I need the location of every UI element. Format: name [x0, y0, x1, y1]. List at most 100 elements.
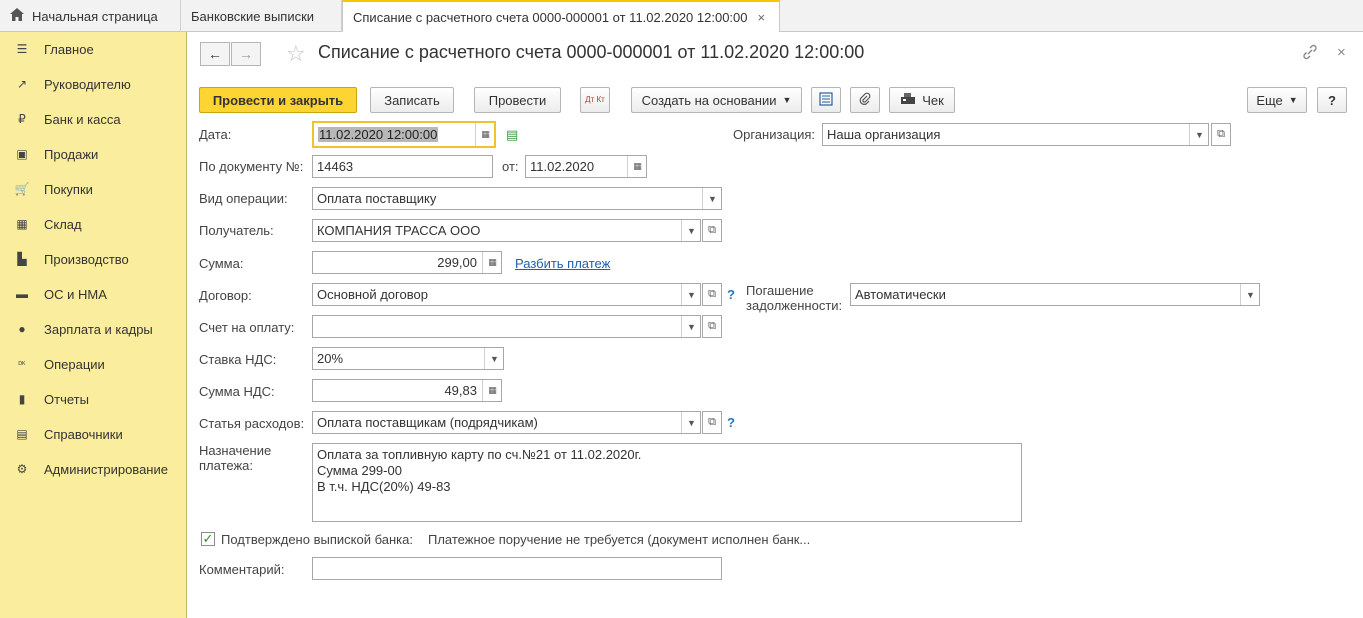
sum-field[interactable]: 299,00 ▦ — [312, 251, 502, 274]
contract-field[interactable]: Основной договор ▼ — [312, 283, 701, 306]
purpose-textarea[interactable]: Оплата за топливную карту по сч.№21 от 1… — [312, 443, 1022, 522]
cart-icon: 🛒 — [14, 182, 30, 196]
ruble-icon: ₽ — [18, 112, 26, 126]
from-date-value: 11.02.2020 — [530, 159, 595, 174]
confirmed-checkbox[interactable]: ✓ — [201, 531, 215, 546]
chevron-down-icon[interactable]: ▼ — [681, 316, 700, 337]
calendar-icon[interactable]: ▦ — [475, 123, 494, 146]
vat-sum-label: Сумма НДС: — [199, 384, 275, 399]
create-based-on-button[interactable]: Создать на основании ▼ — [631, 87, 802, 113]
sidebar-item-label: ОС и НМА — [44, 286, 107, 302]
expense-field[interactable]: Оплата поставщикам (подрядчикам) ▼ — [312, 411, 701, 434]
sidebar-item-label: Склад — [44, 216, 82, 232]
chevron-down-icon[interactable]: ▼ — [681, 284, 700, 305]
gear-icon: ⚙ — [16, 462, 28, 476]
structure-button[interactable] — [811, 87, 841, 113]
favorite-star-icon[interactable]: ☆ — [286, 41, 306, 67]
calculator-icon[interactable]: ▦ — [482, 380, 501, 401]
post-button[interactable]: Провести — [474, 87, 561, 113]
sidebar-item-bank[interactable]: ₽ Банк и касса — [0, 107, 186, 131]
dtkt-icon: ᴰᴷ — [18, 359, 26, 369]
docnum-value: 14463 — [317, 159, 354, 174]
invoice-field[interactable]: ▼ — [312, 315, 701, 338]
sidebar-item-operations[interactable]: ᴰᴷ Операции — [0, 352, 186, 376]
sidebar-item-production[interactable]: ▙ Производство — [0, 247, 186, 271]
post-and-close-button[interactable]: Провести и закрыть — [199, 87, 357, 113]
purpose-line: Оплата за топливную карту по сч.№21 от 1… — [317, 447, 642, 462]
calculator-icon[interactable]: ▦ — [482, 252, 501, 273]
help-button[interactable]: ? — [1317, 87, 1347, 113]
sidebar-item-purchases[interactable]: 🛒 Покупки — [0, 177, 186, 201]
help-icon[interactable]: ? — [727, 415, 735, 430]
contract-label: Договор: — [199, 288, 252, 303]
sidebar-item-reports[interactable]: ▮ Отчеты — [0, 387, 186, 411]
sidebar-item-label: Операции — [44, 356, 105, 372]
docnum-label: По документу №: — [199, 159, 304, 174]
sidebar-item-warehouse[interactable]: ▦ Склад — [0, 212, 186, 236]
split-payment-link[interactable]: Разбить платеж — [515, 256, 610, 271]
chevron-down-icon[interactable]: ▼ — [484, 348, 503, 369]
vat-rate-value: 20% — [317, 351, 344, 366]
attach-button[interactable] — [850, 87, 880, 113]
organization-value: Наша организация — [827, 127, 941, 142]
organization-label: Организация: — [733, 127, 816, 142]
open-icon[interactable]: ⧉ — [702, 411, 722, 434]
save-button[interactable]: Записать — [370, 87, 454, 113]
cash-register-icon — [900, 92, 916, 108]
open-icon[interactable]: ⧉ — [702, 315, 722, 338]
date-field[interactable]: 11.02.2020 12:00:00 ▦ — [312, 121, 496, 148]
repay-field[interactable]: Автоматически ▼ — [850, 283, 1260, 306]
close-icon[interactable]: × — [1337, 44, 1346, 61]
comment-field[interactable] — [312, 557, 722, 580]
purpose-label-line2: платежа: — [199, 458, 253, 473]
calendar-icon[interactable]: ▦ — [627, 156, 646, 177]
dtkt-button[interactable]: Дт Кт — [580, 87, 610, 113]
from-date-field[interactable]: 11.02.2020 ▦ — [525, 155, 647, 178]
vat-sum-value: 49,83 — [444, 383, 477, 398]
optype-field[interactable]: Оплата поставщику ▼ — [312, 187, 722, 210]
back-button[interactable]: ← — [200, 42, 230, 66]
more-button[interactable]: Еще ▼ — [1247, 87, 1307, 113]
recipient-field[interactable]: КОМПАНИЯ ТРАССА ООО ▼ — [312, 219, 701, 242]
sidebar-item-label: Главное — [44, 41, 94, 57]
sidebar-item-manager[interactable]: ↗ Руководителю — [0, 72, 186, 96]
open-icon[interactable]: ⧉ — [1211, 123, 1231, 146]
sidebar-item-label: Зарплата и кадры — [44, 321, 153, 337]
link-icon[interactable] — [1302, 44, 1318, 64]
menu-icon: ☰ — [16, 42, 28, 56]
create-based-on-label: Создать на основании — [641, 92, 777, 108]
sidebar-item-label: Администрирование — [44, 461, 168, 477]
receipt-label: Чек — [922, 92, 944, 108]
sidebar-item-sales[interactable]: ▣ Продажи — [0, 142, 186, 166]
factory-icon: ▙ — [17, 252, 27, 266]
tab-home[interactable]: Начальная страница — [0, 0, 181, 32]
receipt-button[interactable]: Чек — [889, 87, 955, 113]
close-icon[interactable]: × — [758, 10, 766, 25]
tab-home-label: Начальная страница — [32, 8, 158, 24]
tab-bank-statements[interactable]: Банковские выписки — [181, 0, 342, 32]
chevron-down-icon[interactable]: ▼ — [681, 220, 700, 241]
chevron-down-icon[interactable]: ▼ — [1189, 124, 1208, 145]
docnum-field[interactable]: 14463 — [312, 155, 493, 178]
sidebar-item-label: Производство — [44, 251, 129, 267]
chevron-down-icon[interactable]: ▼ — [1240, 284, 1259, 305]
sidebar-item-assets[interactable]: ▬ ОС и НМА — [0, 282, 186, 306]
tab-current-document[interactable]: Списание с расчетного счета 0000-000001 … — [342, 0, 780, 33]
bar-chart-icon: ▮ — [18, 392, 26, 406]
help-icon[interactable]: ? — [727, 287, 735, 302]
chevron-down-icon[interactable]: ▼ — [681, 412, 700, 433]
open-icon[interactable]: ⧉ — [702, 219, 722, 242]
sidebar-item-payroll[interactable]: ● Зарплата и кадры — [0, 317, 186, 341]
sidebar-item-main[interactable]: ☰ Главное — [0, 37, 186, 61]
sidebar-item-admin[interactable]: ⚙ Администрирование — [0, 457, 186, 481]
vat-rate-field[interactable]: 20% ▼ — [312, 347, 504, 370]
vat-sum-field[interactable]: 49,83 ▦ — [312, 379, 502, 402]
chevron-down-icon[interactable]: ▼ — [702, 188, 721, 209]
warehouse-icon: ▦ — [16, 217, 28, 231]
history-icon[interactable]: ▤ — [506, 127, 518, 143]
organization-field[interactable]: Наша организация ▼ — [822, 123, 1209, 146]
optype-label: Вид операции: — [199, 191, 288, 206]
sidebar-item-references[interactable]: ▤ Справочники — [0, 422, 186, 446]
forward-button[interactable]: → — [231, 42, 261, 66]
open-icon[interactable]: ⧉ — [702, 283, 722, 306]
